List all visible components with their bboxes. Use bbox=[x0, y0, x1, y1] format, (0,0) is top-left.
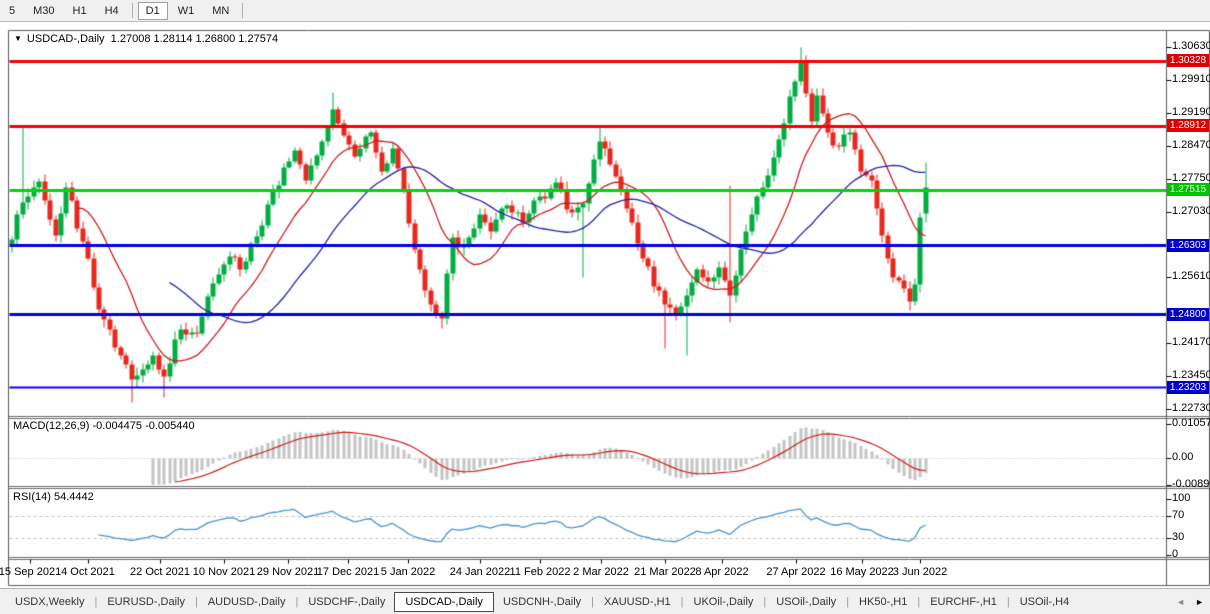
date-axis-label: 22 Oct 2021 bbox=[130, 566, 190, 578]
price-level-badge: 1.28912 bbox=[1167, 119, 1209, 132]
macd-axis-label: 0.010578 bbox=[1172, 417, 1210, 429]
date-axis-label: 5 Jan 2022 bbox=[381, 566, 435, 578]
date-axis-label: 8 Apr 2022 bbox=[695, 566, 748, 578]
date-axis-label: 29 Nov 2021 bbox=[257, 566, 319, 578]
price-level-badge: 1.27515 bbox=[1167, 183, 1209, 196]
tab-hk50-h1[interactable]: HK50-,H1 bbox=[850, 593, 916, 611]
price-level-badge: 1.26303 bbox=[1167, 239, 1209, 252]
rsi-axis-label: 0 bbox=[1172, 548, 1178, 560]
rsi-indicator-label: RSI(14) 54.4442 bbox=[13, 491, 94, 503]
date-axis-label: 10 Nov 2021 bbox=[193, 566, 255, 578]
tab-usoil-daily[interactable]: USOil-,Daily bbox=[767, 593, 845, 611]
tab-eurchf-h1[interactable]: EURCHF-,H1 bbox=[921, 593, 1006, 611]
macd-axis-label: 0.00 bbox=[1172, 451, 1193, 463]
price-level-badge: 1.24800 bbox=[1167, 308, 1209, 321]
date-axis-label: 24 Jan 2022 bbox=[450, 566, 511, 578]
trading-app-window: 5M30H1H4 D1W1MN ▼ USDCAD-,Daily 1.27008 1.… bbox=[0, 0, 1210, 614]
macd-name: MACD(12,26,9) bbox=[13, 420, 89, 432]
date-axis-label: 27 Apr 2022 bbox=[766, 566, 825, 578]
tab-scroll-left-icon[interactable]: ◄ bbox=[1176, 597, 1185, 607]
tab-usdcnh-daily[interactable]: USDCNH-,Daily bbox=[494, 593, 590, 611]
macd-values: -0.004475 -0.005440 bbox=[92, 420, 194, 432]
tab-scroll-right-icon[interactable]: ► bbox=[1195, 597, 1204, 607]
tab-usoil-h4[interactable]: USOil-,H4 bbox=[1011, 593, 1079, 611]
timeframe-button-mn[interactable]: MN bbox=[204, 2, 237, 20]
chart-title-symbol: USDCAD-,Daily bbox=[27, 33, 105, 45]
timeframe-button-m30[interactable]: M30 bbox=[25, 2, 62, 20]
rsi-value: 54.4442 bbox=[54, 491, 94, 503]
toolbar-separator bbox=[132, 3, 133, 18]
price-axis-label: 1.24170 bbox=[1172, 336, 1210, 348]
price-axis-label: 1.29910 bbox=[1172, 73, 1210, 85]
timeframe-toolbar: 5M30H1H4 D1W1MN bbox=[0, 0, 1210, 22]
date-axis-label: 16 May 2022 bbox=[830, 566, 894, 578]
tab-usdchf-daily[interactable]: USDCHF-,Daily bbox=[299, 593, 394, 611]
date-axis-label: 4 Oct 2021 bbox=[61, 566, 115, 578]
price-axis-label: 1.30630 bbox=[1172, 40, 1210, 52]
price-level-badge: 1.30328 bbox=[1167, 54, 1209, 67]
timeframe-button-h1[interactable]: H1 bbox=[65, 2, 95, 20]
rsi-name: RSI(14) bbox=[13, 491, 51, 503]
price-axis-label: 1.25610 bbox=[1172, 270, 1210, 282]
timeframe-button-w1[interactable]: W1 bbox=[170, 2, 203, 20]
tab-scroll-arrows: ◄► bbox=[1176, 597, 1204, 607]
price-axis-label: 1.27750 bbox=[1172, 172, 1210, 184]
rsi-axis-label: 70 bbox=[1172, 509, 1184, 521]
tab-xauusd-h1[interactable]: XAUUSD-,H1 bbox=[595, 593, 680, 611]
chart-title-collapse-icon[interactable]: ▼ bbox=[14, 34, 22, 43]
price-axis-label: 1.23450 bbox=[1172, 369, 1210, 381]
macd-axis-label: -0.00896 bbox=[1172, 478, 1210, 490]
tab-usdcad-daily[interactable]: USDCAD-,Daily bbox=[394, 592, 494, 612]
chart-tab-bar: USDX,Weekly|EURUSD-,Daily|AUDUSD-,Daily|… bbox=[0, 588, 1210, 614]
date-axis-label: 21 Mar 2022 bbox=[634, 566, 696, 578]
tab-audusd-daily[interactable]: AUDUSD-,Daily bbox=[199, 593, 295, 611]
rsi-axis-label: 30 bbox=[1172, 531, 1184, 543]
date-axis-label: 11 Feb 2022 bbox=[510, 566, 571, 578]
timeframe-button-d1[interactable]: D1 bbox=[138, 2, 168, 20]
chart-canvas[interactable] bbox=[0, 0, 1210, 614]
price-axis-label: 1.22730 bbox=[1172, 402, 1210, 414]
date-axis-label: 17 Dec 2021 bbox=[317, 566, 379, 578]
tab-usdx-weekly[interactable]: USDX,Weekly bbox=[6, 593, 93, 611]
date-axis-label: 2 Mar 2022 bbox=[573, 566, 629, 578]
chart-title: ▼ USDCAD-,Daily 1.27008 1.28114 1.26800 1… bbox=[14, 33, 278, 45]
timeframe-button-5[interactable]: 5 bbox=[1, 2, 23, 20]
price-axis-label: 1.27030 bbox=[1172, 205, 1210, 217]
tab-ukoil-daily[interactable]: UKOil-,Daily bbox=[685, 593, 763, 611]
date-axis-label: 15 Sep 2021 bbox=[0, 566, 61, 578]
toolbar-separator bbox=[242, 3, 243, 18]
macd-indicator-label: MACD(12,26,9) -0.004475 -0.005440 bbox=[13, 420, 195, 432]
rsi-axis-label: 100 bbox=[1172, 492, 1190, 504]
price-level-badge: 1.23203 bbox=[1167, 381, 1209, 394]
price-axis-label: 1.29190 bbox=[1172, 106, 1210, 118]
date-axis-label: 3 Jun 2022 bbox=[893, 566, 947, 578]
chart-title-ohlc: 1.27008 1.28114 1.26800 1.27574 bbox=[111, 33, 278, 45]
timeframe-button-h4[interactable]: H4 bbox=[97, 2, 127, 20]
price-axis-label: 1.28470 bbox=[1172, 139, 1210, 151]
tab-eurusd-daily[interactable]: EURUSD-,Daily bbox=[98, 593, 194, 611]
